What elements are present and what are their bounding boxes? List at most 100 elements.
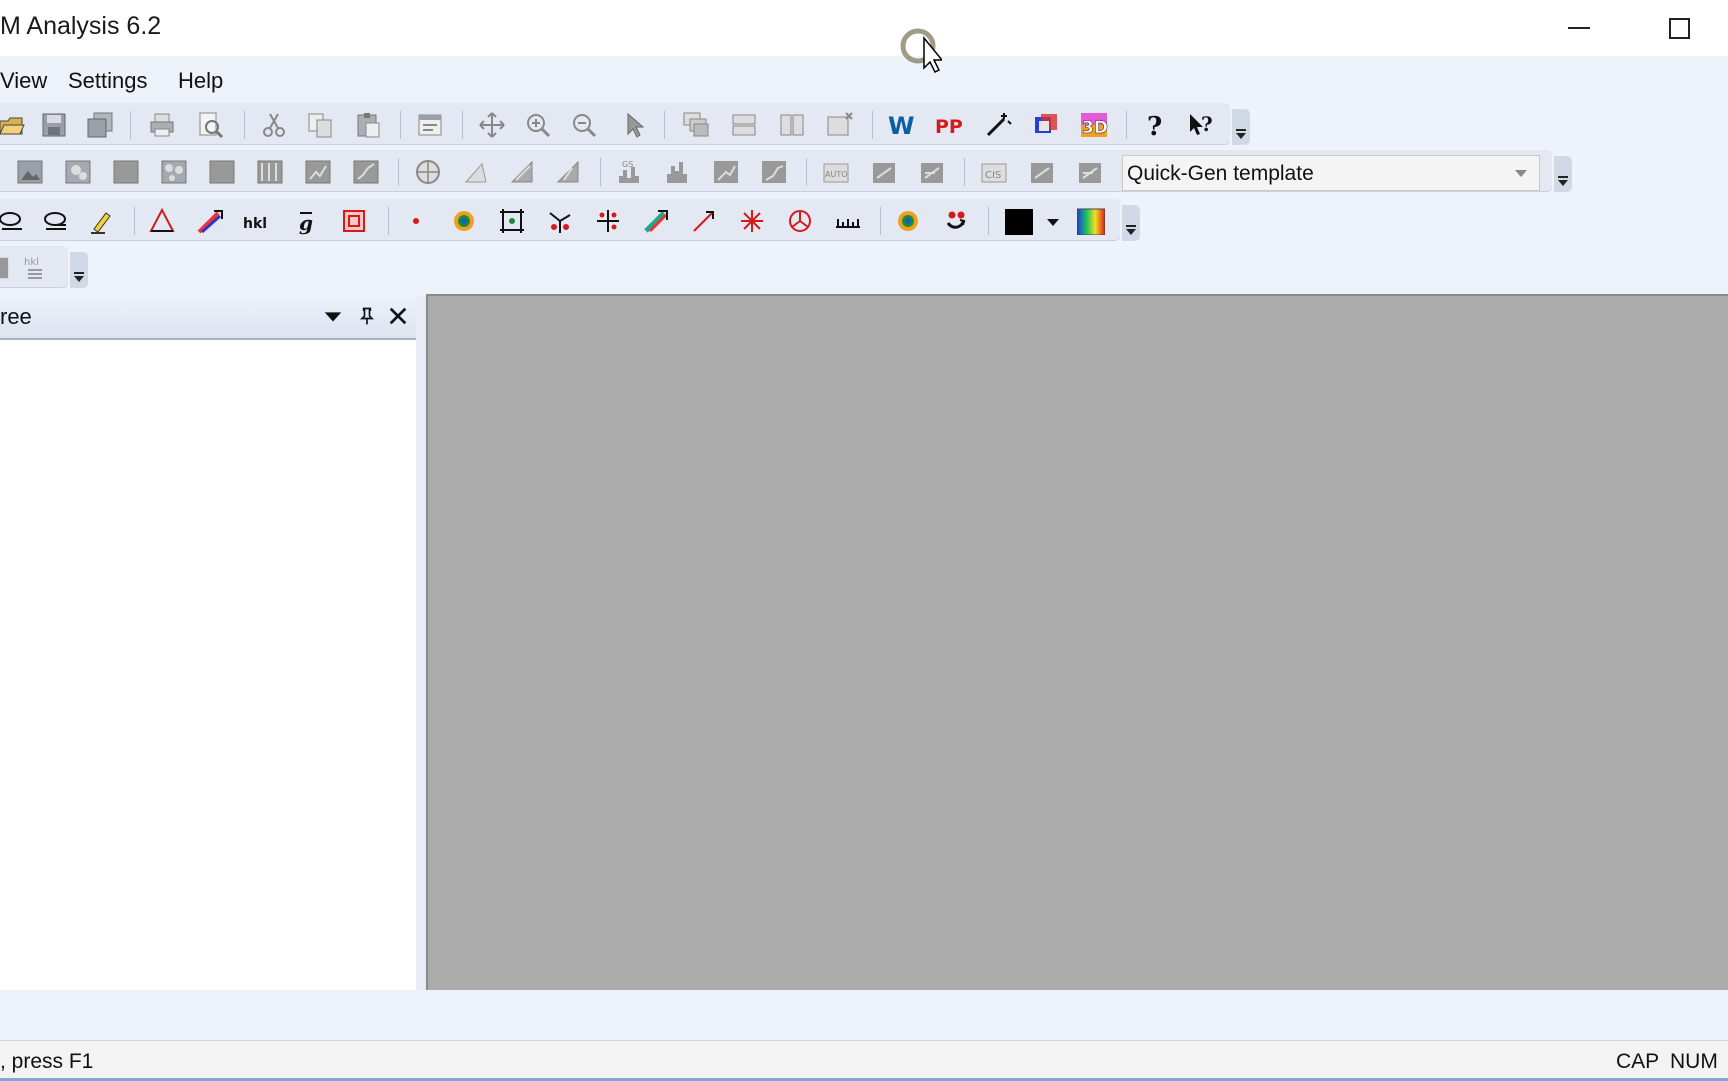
spot-button[interactable] [940, 206, 972, 236]
cis-icon: CIS [981, 163, 1007, 183]
zoom-out-button[interactable] [568, 110, 600, 140]
open-button[interactable] [0, 110, 28, 140]
wizard-button[interactable] [982, 110, 1014, 140]
copy-button[interactable] [304, 110, 336, 140]
odf-button[interactable] [506, 157, 538, 187]
cis-button[interactable]: CIS [978, 157, 1010, 187]
auto-button[interactable]: AUTO [820, 157, 852, 187]
red-dot-icon [413, 218, 419, 224]
template-combo[interactable]: Quick-Gen template [1122, 155, 1540, 191]
pan-button[interactable] [476, 110, 508, 140]
pin-panel-button[interactable] [355, 304, 379, 328]
menu-settings[interactable]: Settings [68, 68, 148, 94]
hkl-list-button[interactable]: hkl [20, 253, 52, 283]
svg-text:PP: PP [936, 116, 963, 138]
cascade-windows-button[interactable] [680, 110, 712, 140]
crystal-button[interactable] [1030, 110, 1062, 140]
grain-map-button[interactable] [158, 157, 190, 187]
select-pointer-button[interactable] [618, 110, 650, 140]
paste-button[interactable] [352, 110, 384, 140]
toolbar-overflow-3[interactable] [1122, 205, 1140, 241]
toolbar-overflow-4[interactable] [70, 252, 88, 288]
close-panel-button[interactable] [386, 304, 410, 328]
boundary-map-button[interactable] [254, 157, 286, 187]
color-picker-button[interactable] [1000, 206, 1038, 236]
help-button[interactable]: ? [1140, 110, 1172, 140]
chart-plot-button[interactable] [350, 157, 382, 187]
lasso-subtract-button[interactable] [40, 206, 72, 236]
toolbar-overflow-1[interactable] [1232, 109, 1250, 145]
target-2-button[interactable] [892, 206, 924, 236]
report-2-button[interactable] [916, 157, 948, 187]
print-button[interactable] [146, 110, 178, 140]
lasso-button[interactable] [0, 206, 28, 236]
boundary-trace-button[interactable] [592, 206, 624, 236]
pie-button[interactable] [784, 206, 816, 236]
cut-button[interactable] [258, 110, 290, 140]
gs-histogram-button[interactable]: GS [614, 157, 646, 187]
g-vector-button[interactable]: g [290, 206, 322, 236]
save-all-icon [87, 112, 113, 138]
solid-square-icon [113, 160, 139, 184]
properties-button[interactable] [414, 110, 446, 140]
chart-2-button[interactable] [758, 157, 790, 187]
menu-view[interactable]: View [0, 68, 47, 94]
odf-section-button[interactable] [552, 157, 584, 187]
color-line-button[interactable] [194, 206, 226, 236]
report-1-button[interactable] [868, 157, 900, 187]
pointer-arrow-icon [627, 112, 645, 138]
highlight-brush-button[interactable] [86, 206, 118, 236]
pp-tool-button[interactable]: PP [934, 110, 966, 140]
report-3-button[interactable] [1026, 157, 1058, 187]
triple-junction-button[interactable] [544, 206, 576, 236]
color-scale-button[interactable] [1072, 206, 1110, 236]
w-tool-button[interactable]: W [886, 110, 918, 140]
vector-button[interactable] [688, 206, 720, 236]
panel-menu-button[interactable] [321, 304, 345, 328]
svg-text:?: ? [1147, 112, 1162, 139]
tile-vertical-icon [780, 114, 804, 136]
misorientation-histogram-button[interactable] [662, 157, 694, 187]
pan-arrows-icon [479, 112, 505, 138]
chevron-down-icon [1515, 170, 1527, 177]
region-button[interactable] [338, 206, 370, 236]
star-button[interactable] [736, 206, 768, 236]
target-button[interactable] [448, 206, 480, 236]
report-4-button[interactable] [1074, 157, 1106, 187]
fill-map-button[interactable] [110, 157, 142, 187]
image-button[interactable] [14, 157, 46, 187]
copy-icon [308, 113, 332, 138]
color-dropdown-button[interactable] [1044, 206, 1062, 236]
zoom-in-button[interactable] [522, 110, 554, 140]
3d-view-button[interactable]: 3D [1078, 110, 1110, 140]
svg-text:?: ? [1201, 112, 1213, 136]
ruler-button[interactable] [832, 206, 864, 236]
tile-horizontal-button[interactable] [728, 110, 760, 140]
minimize-button[interactable] [1556, 10, 1602, 46]
tile-vertical-button[interactable] [776, 110, 808, 140]
inverse-pole-button[interactable] [460, 157, 492, 187]
gradient-line-button[interactable] [640, 206, 672, 236]
phase-map-button[interactable] [206, 157, 238, 187]
svg-text:W: W [888, 112, 914, 139]
print-preview-button[interactable] [194, 110, 226, 140]
frame-select-button[interactable] [496, 206, 528, 236]
maximize-button[interactable] [1656, 10, 1702, 46]
toolbar4-button-1[interactable] [0, 253, 10, 283]
menu-help[interactable]: Help [178, 68, 223, 94]
cascade-icon [683, 112, 709, 137]
angle-button[interactable] [146, 206, 178, 236]
save-button[interactable] [38, 110, 70, 140]
chart-1-button[interactable] [710, 157, 742, 187]
close-all-windows-button[interactable] [824, 110, 856, 140]
map-button[interactable] [62, 157, 94, 187]
save-all-button[interactable] [84, 110, 116, 140]
context-help-button[interactable]: ? [1186, 110, 1218, 140]
toolbar-overflow-2[interactable] [1554, 156, 1572, 192]
panel-splitter[interactable] [416, 296, 426, 990]
chart-map-button[interactable] [302, 157, 334, 187]
hkl-button[interactable]: hkl [242, 206, 274, 236]
pole-figure-button[interactable] [412, 157, 444, 187]
point-button[interactable] [400, 206, 432, 236]
bar-chart-icon [714, 161, 738, 183]
